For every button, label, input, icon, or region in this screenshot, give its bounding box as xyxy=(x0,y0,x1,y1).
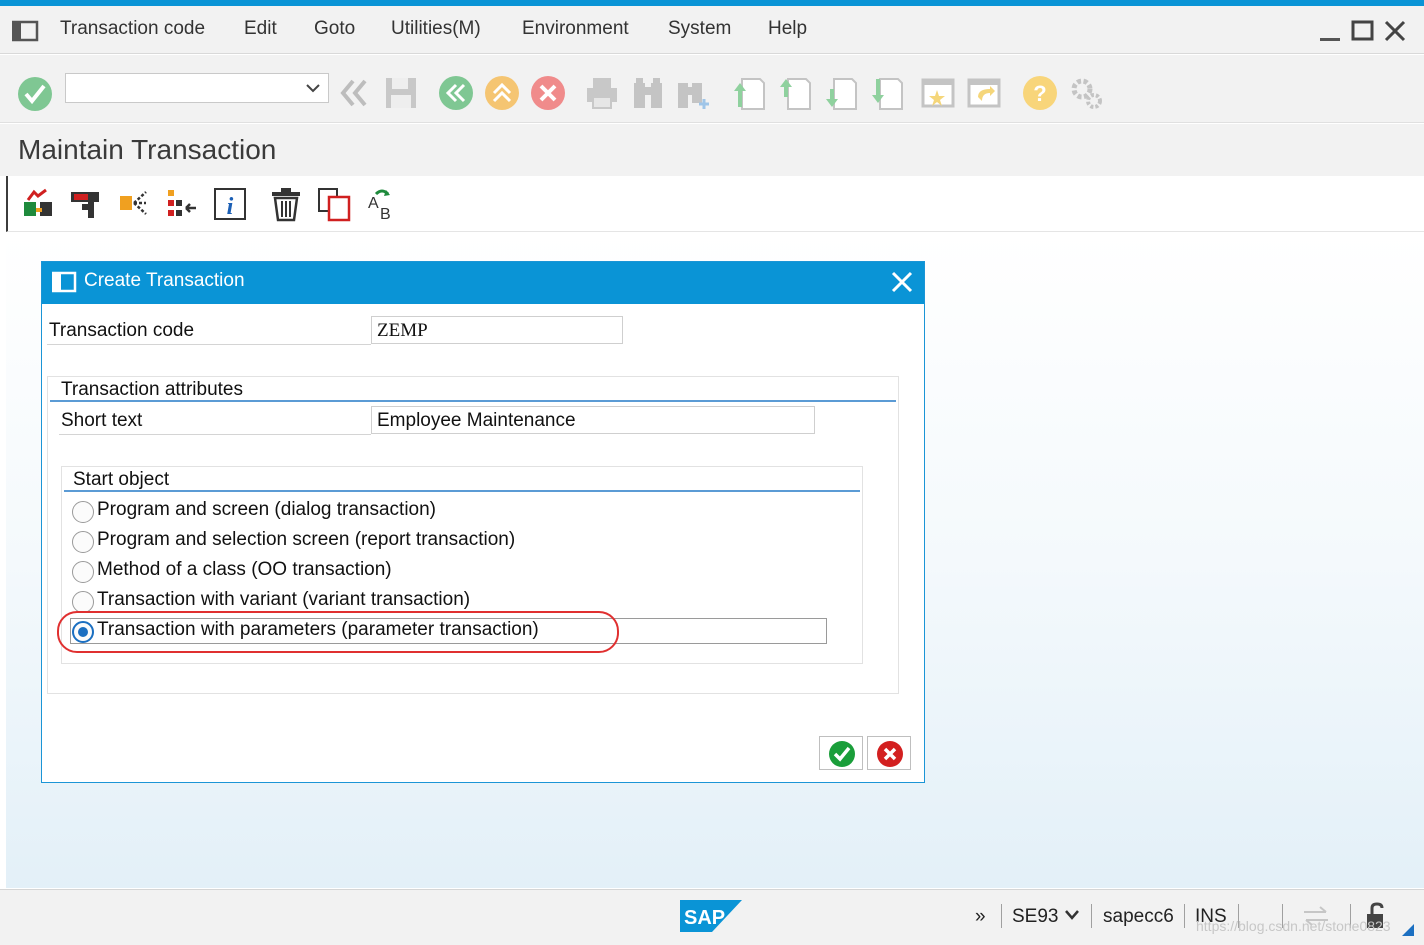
status-separator xyxy=(1184,904,1185,928)
check-icon xyxy=(829,741,855,767)
menu-utilities[interactable]: Utilities(M) xyxy=(391,18,481,40)
radio-button[interactable] xyxy=(72,531,94,553)
print-icon[interactable] xyxy=(584,75,620,111)
next-page-icon[interactable] xyxy=(822,75,858,111)
find-icon[interactable] xyxy=(630,75,666,111)
radio-label: Program and screen (dialog transaction) xyxy=(97,499,437,520)
where-used-icon[interactable] xyxy=(116,186,152,222)
system-name: sapecc6 xyxy=(1103,906,1174,927)
menu-edit[interactable]: Edit xyxy=(244,18,277,40)
save-icon[interactable] xyxy=(383,75,419,111)
first-page-icon[interactable] xyxy=(730,75,766,111)
new-session-icon[interactable] xyxy=(920,75,956,111)
menu-transaction-code[interactable]: Transaction code xyxy=(60,18,205,40)
status-bar: SAP » SE93 sapecc6 INS https://blog.csdn… xyxy=(0,889,1424,945)
back-icon[interactable] xyxy=(438,75,474,111)
chevron-down-icon[interactable] xyxy=(306,81,320,95)
resize-grip-icon[interactable] xyxy=(1402,924,1414,936)
cancel-icon xyxy=(877,741,903,767)
short-text-label: Short text xyxy=(61,410,143,431)
transaction-code-status: SE93 xyxy=(1012,906,1059,927)
cancel-icon[interactable] xyxy=(530,75,566,111)
close-window-icon[interactable] xyxy=(1382,18,1408,44)
rename-icon[interactable]: AB xyxy=(364,186,400,222)
title-bar: Maintain Transaction xyxy=(0,124,1424,176)
transaction-code-label: Transaction code xyxy=(49,320,195,341)
other-object-icon[interactable] xyxy=(20,186,56,222)
page-title: Maintain Transaction xyxy=(18,134,277,165)
expand-statusbar-button[interactable]: » xyxy=(975,906,986,928)
highlight-annotation xyxy=(57,611,619,653)
sap-menu-icon[interactable] xyxy=(12,20,40,42)
transaction-attributes-title: Transaction attributes xyxy=(61,379,243,400)
radio-label: Program and selection screen (report tra… xyxy=(97,529,516,550)
last-page-icon[interactable] xyxy=(868,75,904,111)
settings-icon[interactable] xyxy=(1068,75,1104,111)
back-nav-icon[interactable] xyxy=(337,75,373,111)
menu-environment[interactable]: Environment xyxy=(522,18,629,40)
svg-text:?: ? xyxy=(1033,81,1046,106)
radio-button[interactable] xyxy=(72,591,94,613)
svg-text:A: A xyxy=(368,195,379,212)
menu-bar: Transaction code Edit Goto Utilities(M) … xyxy=(0,6,1424,54)
info-icon[interactable]: i xyxy=(212,186,248,222)
radio-label: Transaction with variant (variant transa… xyxy=(97,589,471,610)
find-next-icon[interactable] xyxy=(676,75,712,111)
shortcut-icon[interactable] xyxy=(966,75,1002,111)
previous-page-icon[interactable] xyxy=(776,75,812,111)
chevron-down-icon[interactable] xyxy=(1064,908,1080,922)
status-separator xyxy=(1091,904,1092,928)
radio-button[interactable] xyxy=(72,501,94,523)
maximize-icon[interactable] xyxy=(1350,18,1376,44)
menu-system[interactable]: System xyxy=(668,18,731,40)
group-title-line xyxy=(50,400,896,402)
object-list-icon[interactable] xyxy=(164,186,200,222)
display-change-icon[interactable] xyxy=(68,186,104,222)
transaction-code-field[interactable]: ZEMP xyxy=(371,316,623,344)
watermark-text: https://blog.csdn.net/stone0823 xyxy=(1196,918,1391,934)
minimize-icon[interactable] xyxy=(1318,18,1344,44)
command-field[interactable] xyxy=(65,73,329,103)
copy-icon[interactable] xyxy=(316,186,352,222)
label-underline xyxy=(47,344,371,345)
delete-icon[interactable] xyxy=(268,186,304,222)
confirm-button[interactable] xyxy=(819,736,863,770)
start-object-title: Start object xyxy=(73,469,170,490)
close-icon[interactable] xyxy=(890,270,914,294)
menu-goto[interactable]: Goto xyxy=(314,18,355,40)
enter-icon[interactable] xyxy=(17,76,53,112)
svg-text:B: B xyxy=(380,206,391,222)
group-title-line xyxy=(64,490,860,492)
exit-icon[interactable] xyxy=(484,75,520,111)
standard-toolbar: ? xyxy=(0,55,1424,123)
dialog-header: Create Transaction xyxy=(42,262,924,304)
dialog-title: Create Transaction xyxy=(84,270,245,291)
application-toolbar: i AB xyxy=(6,176,1424,232)
status-separator xyxy=(1001,904,1002,928)
menu-help[interactable]: Help xyxy=(768,18,807,40)
radio-label: Method of a class (OO transaction) xyxy=(97,559,392,580)
short-text-field[interactable]: Employee Maintenance xyxy=(371,406,815,434)
help-icon[interactable]: ? xyxy=(1022,75,1058,111)
radio-button[interactable] xyxy=(72,561,94,583)
dialog-window-icon xyxy=(52,271,77,293)
label-underline xyxy=(59,434,371,435)
cancel-button[interactable] xyxy=(867,736,911,770)
sap-logo: SAP xyxy=(680,900,742,932)
svg-text:i: i xyxy=(227,194,234,220)
svg-text:SAP: SAP xyxy=(684,907,725,929)
